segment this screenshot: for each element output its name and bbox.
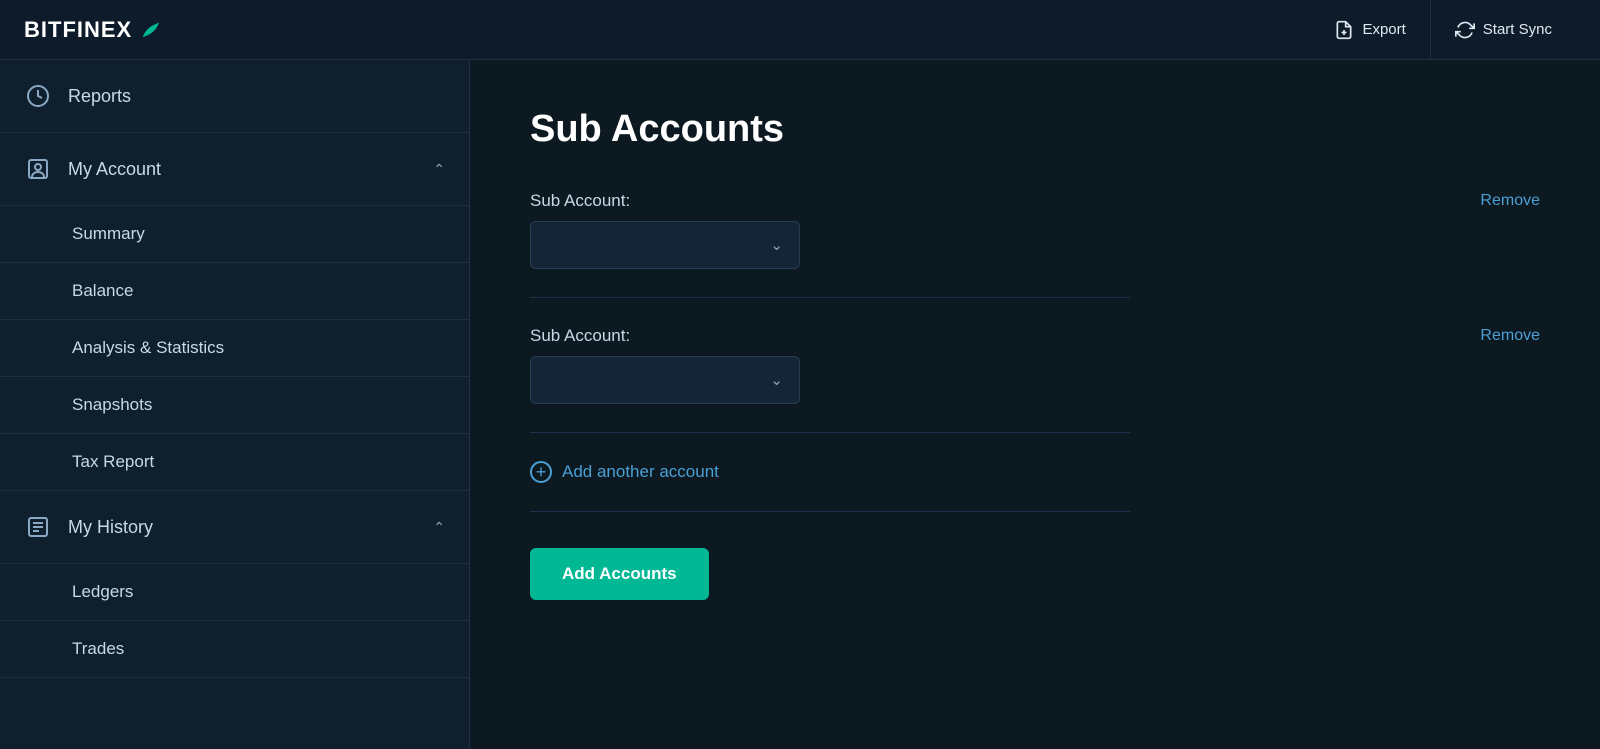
- trades-label: Trades: [72, 639, 124, 658]
- sub-account-label-1: Sub Account:: [530, 191, 630, 211]
- analysis-statistics-label: Analysis & Statistics: [72, 338, 224, 357]
- sub-account-select-1[interactable]: ⌄: [530, 221, 800, 269]
- remove-button-2[interactable]: Remove: [1480, 327, 1540, 345]
- balance-label: Balance: [72, 281, 133, 300]
- sidebar: Reports My Account ⌃ Summary Balance Ana…: [0, 60, 470, 749]
- plus-circle-icon: +: [530, 461, 552, 483]
- add-another-account-button[interactable]: + Add another account: [530, 461, 719, 483]
- add-another-label: Add another account: [562, 462, 719, 482]
- sub-account-label-row-1: Sub Account: Remove: [530, 191, 1540, 211]
- body: Reports My Account ⌃ Summary Balance Ana…: [0, 60, 1600, 749]
- sidebar-item-my-account[interactable]: My Account ⌃: [0, 133, 469, 206]
- chevron-up-icon-history: ⌃: [433, 519, 445, 536]
- account-icon: [24, 155, 52, 183]
- sidebar-item-my-history-label: My History: [68, 517, 153, 538]
- divider-1: [530, 297, 1130, 298]
- clock-icon: [24, 82, 52, 110]
- chevron-down-icon-1: ⌄: [770, 236, 783, 254]
- main-content: Sub Accounts Sub Account: Remove ⌄ Sub A…: [470, 60, 1600, 749]
- sync-button[interactable]: Start Sync: [1431, 0, 1576, 60]
- divider-2: [530, 432, 1130, 433]
- sub-account-label-2: Sub Account:: [530, 326, 630, 346]
- export-button[interactable]: Export: [1310, 0, 1430, 60]
- tax-report-label: Tax Report: [72, 452, 154, 471]
- history-icon: [24, 513, 52, 541]
- add-accounts-button[interactable]: Add Accounts: [530, 548, 709, 600]
- divider-3: [530, 511, 1130, 512]
- export-icon: [1334, 20, 1354, 40]
- logo-text: BITFINEX: [24, 17, 132, 43]
- sidebar-item-my-account-label: My Account: [68, 159, 161, 180]
- sidebar-item-reports[interactable]: Reports: [0, 60, 469, 133]
- sidebar-item-reports-label: Reports: [68, 86, 131, 107]
- sidebar-sub-item-trades[interactable]: Trades: [0, 621, 469, 678]
- sidebar-item-my-history[interactable]: My History ⌃: [0, 491, 469, 564]
- sync-icon: [1455, 20, 1475, 40]
- sidebar-sub-item-tax-report[interactable]: Tax Report: [0, 434, 469, 491]
- sidebar-sub-item-analysis-statistics[interactable]: Analysis & Statistics: [0, 320, 469, 377]
- leaf-icon: [138, 18, 162, 42]
- sub-account-block-1: Sub Account: Remove ⌄: [530, 191, 1540, 269]
- sidebar-sub-item-balance[interactable]: Balance: [0, 263, 469, 320]
- sidebar-sub-item-ledgers[interactable]: Ledgers: [0, 564, 469, 621]
- snapshots-label: Snapshots: [72, 395, 152, 414]
- sidebar-sub-item-snapshots[interactable]: Snapshots: [0, 377, 469, 434]
- ledgers-label: Ledgers: [72, 582, 133, 601]
- chevron-up-icon: ⌃: [433, 161, 445, 178]
- logo: BITFINEX: [24, 17, 162, 43]
- sub-account-label-row-2: Sub Account: Remove: [530, 326, 1540, 346]
- sidebar-sub-item-summary[interactable]: Summary: [0, 206, 469, 263]
- chevron-down-icon-2: ⌄: [770, 371, 783, 389]
- summary-label: Summary: [72, 224, 145, 243]
- header-actions: Export Start Sync: [1310, 0, 1576, 60]
- remove-button-1[interactable]: Remove: [1480, 192, 1540, 210]
- sync-label: Start Sync: [1483, 21, 1552, 38]
- sub-account-select-2[interactable]: ⌄: [530, 356, 800, 404]
- header: BITFINEX Export Start Sync: [0, 0, 1600, 60]
- page-title: Sub Accounts: [530, 108, 1540, 151]
- export-label: Export: [1362, 21, 1405, 38]
- sub-account-block-2: Sub Account: Remove ⌄: [530, 326, 1540, 404]
